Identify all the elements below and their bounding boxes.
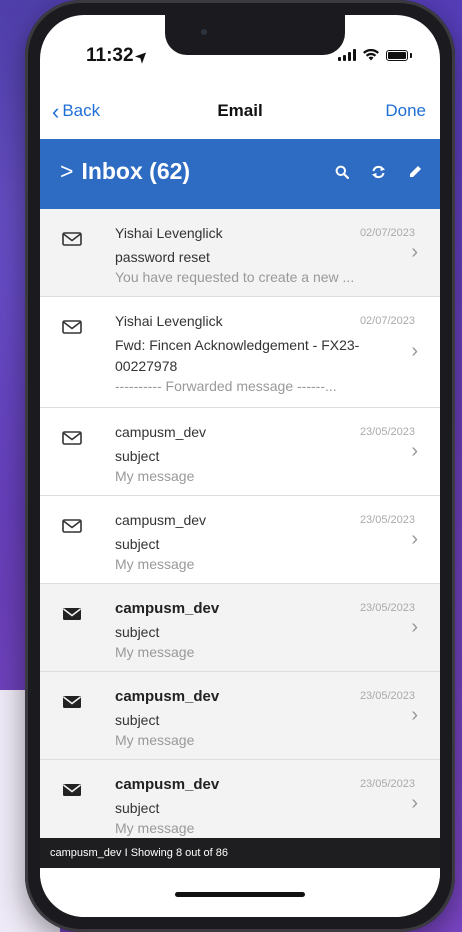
battery-tip <box>410 52 412 58</box>
phone-frame: 11:32➤ ‹ Back Email Done > Inbox (62) Yi… <box>25 0 455 932</box>
email-date: 23/05/2023 <box>359 778 415 790</box>
email-date: 23/05/2023 <box>359 426 415 438</box>
envelope-filled-icon <box>63 696 81 708</box>
email-sender: Yishai Levenglick <box>115 313 223 329</box>
email-preview: My message <box>115 732 195 748</box>
header-actions <box>335 165 422 179</box>
inbox-header: > Inbox (62) <box>40 139 440 209</box>
email-subject: subject <box>115 448 160 464</box>
camera-dot <box>201 29 207 35</box>
home-indicator[interactable] <box>175 892 305 897</box>
phone-screen: 11:32➤ ‹ Back Email Done > Inbox (62) Yi… <box>40 15 440 917</box>
status-icons <box>338 49 412 61</box>
envelope-icon <box>62 232 82 246</box>
email-subject: password reset <box>115 249 210 265</box>
home-indicator-area <box>40 868 440 917</box>
inbox-toggle[interactable]: > Inbox (62) <box>60 158 190 185</box>
email-row-unread[interactable]: campusm_dev 23/05/2023 subject My messag… <box>40 672 440 760</box>
chevron-right-icon: › <box>411 616 418 638</box>
email-subject: subject <box>115 536 160 552</box>
email-row[interactable]: Yishai Levenglick 02/07/2023 Fwd: Fincen… <box>40 297 440 408</box>
chevron-right-icon: › <box>411 340 418 362</box>
email-sender: Yishai Levenglick <box>115 225 223 241</box>
email-date: 02/07/2023 <box>359 227 415 239</box>
email-row-unread[interactable]: campusm_dev 23/05/2023 subject My messag… <box>40 760 440 848</box>
email-sender: campusm_dev <box>115 776 220 793</box>
email-subject: subject <box>115 800 160 816</box>
envelope-icon <box>62 519 82 533</box>
email-date: 02/07/2023 <box>359 315 415 327</box>
email-row[interactable]: campusm_dev 23/05/2023 subject My messag… <box>40 496 440 584</box>
search-icon[interactable] <box>335 165 349 179</box>
email-subject: subject <box>115 624 160 640</box>
done-button[interactable]: Done <box>385 101 426 121</box>
inbox-title: Inbox (62) <box>81 158 191 184</box>
email-row[interactable]: campusm_dev 23/05/2023 subject My messag… <box>40 408 440 496</box>
email-preview: My message <box>115 468 195 484</box>
notch <box>165 15 345 55</box>
email-preview: My message <box>115 556 195 572</box>
envelope-filled-icon <box>63 608 81 620</box>
nav-bar: ‹ Back Email Done <box>40 93 440 133</box>
nav-title: Email <box>217 101 263 120</box>
email-subject: Fwd: Fincen Acknowledgement - FX23-00227… <box>115 337 360 374</box>
battery-icon <box>386 49 408 61</box>
email-preview: ---------- Forwarded message ------... <box>115 378 337 394</box>
chevron-right-icon: › <box>411 241 418 263</box>
email-preview: You have requested to create a new ... <box>115 269 355 285</box>
cellular-signal-icon <box>338 49 356 61</box>
envelope-icon <box>62 431 82 445</box>
email-preview: My message <box>115 644 195 660</box>
email-list: Yishai Levenglick 02/07/2023 password re… <box>40 209 440 848</box>
email-sender: campusm_dev <box>115 512 207 528</box>
email-subject: subject <box>115 712 160 728</box>
chevron-right-icon: › <box>411 528 418 550</box>
email-sender: campusm_dev <box>115 424 207 440</box>
chevron-right-icon: › <box>411 704 418 726</box>
email-date: 23/05/2023 <box>359 690 415 702</box>
location-arrow-icon: ➤ <box>131 46 151 66</box>
email-date: 23/05/2023 <box>359 602 415 614</box>
wifi-icon <box>363 49 379 61</box>
list-footer: campusm_dev I Showing 8 out of 86 <box>40 838 440 868</box>
chevron-right-icon: > <box>60 158 74 184</box>
status-time: 11:32➤ <box>86 45 151 67</box>
chevron-right-icon: › <box>411 440 418 462</box>
email-date: 23/05/2023 <box>359 514 415 526</box>
envelope-filled-icon <box>63 784 81 796</box>
envelope-icon <box>62 320 82 334</box>
chevron-right-icon: › <box>411 792 418 814</box>
email-row[interactable]: Yishai Levenglick 02/07/2023 password re… <box>40 209 440 297</box>
compose-icon[interactable] <box>408 165 422 179</box>
email-row-unread[interactable]: campusm_dev 23/05/2023 subject My messag… <box>40 584 440 672</box>
email-sender: campusm_dev <box>115 688 220 705</box>
email-sender: campusm_dev <box>115 600 220 617</box>
refresh-icon[interactable] <box>371 165 386 179</box>
email-preview: My message <box>115 820 195 836</box>
status-time-text: 11:32 <box>86 45 134 66</box>
